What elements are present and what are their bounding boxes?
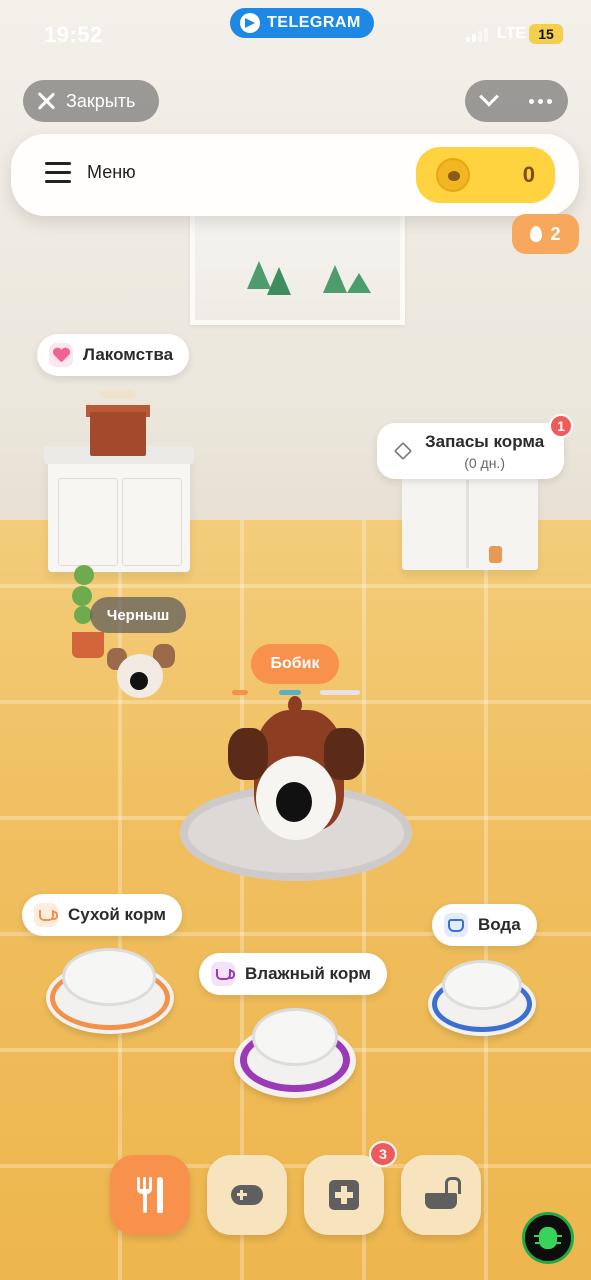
tree-decoration bbox=[347, 273, 371, 293]
debug-button[interactable] bbox=[522, 1212, 574, 1264]
play-bar bbox=[279, 690, 301, 695]
bug-icon bbox=[534, 1227, 562, 1249]
wet-food-label[interactable]: Влажный корм bbox=[199, 953, 387, 995]
hunger-bar bbox=[232, 690, 248, 695]
status-bar: 19:52 TELEGRAM LTE 15 bbox=[0, 0, 591, 70]
box-icon bbox=[391, 439, 415, 463]
shelf-divider bbox=[466, 480, 469, 568]
close-icon bbox=[36, 91, 56, 111]
tab-feed[interactable] bbox=[110, 1155, 190, 1235]
close-button[interactable]: Закрыть bbox=[23, 80, 159, 122]
health-badge: 3 bbox=[369, 1141, 397, 1167]
telegram-label: TELEGRAM bbox=[267, 14, 361, 31]
fork-knife-icon bbox=[135, 1177, 165, 1213]
supplies-days: (0 дн.) bbox=[464, 454, 505, 471]
tab-health[interactable] bbox=[304, 1155, 384, 1235]
paw-coin-icon bbox=[436, 158, 470, 192]
app-controls bbox=[465, 80, 568, 122]
signal-icon bbox=[466, 28, 488, 42]
dry-food-text: Сухой корм bbox=[68, 905, 166, 924]
medkit-icon bbox=[329, 1180, 359, 1210]
flame-icon bbox=[530, 226, 543, 242]
water-bowl-inner bbox=[442, 960, 522, 1010]
food-shelf[interactable] bbox=[402, 478, 538, 570]
pet-bobik[interactable] bbox=[226, 696, 366, 855]
water-text: Вода bbox=[478, 915, 521, 934]
cabinet-door bbox=[122, 478, 182, 566]
pet-name-chernysh[interactable]: Черныш bbox=[90, 597, 186, 633]
water-label[interactable]: Вода bbox=[432, 904, 537, 946]
cabinet-door bbox=[58, 478, 118, 566]
tree-decoration bbox=[267, 267, 291, 295]
coin-count: 0 bbox=[522, 162, 535, 187]
supplies-text: Запасы корма bbox=[425, 431, 545, 451]
streak-count: 2 bbox=[550, 223, 561, 244]
plant bbox=[72, 586, 92, 606]
pet-name-bobik[interactable]: Бобик bbox=[251, 644, 339, 684]
battery-icon: 15 bbox=[529, 24, 563, 44]
tab-bath[interactable] bbox=[401, 1155, 481, 1235]
tree-decoration bbox=[323, 265, 347, 293]
water-icon bbox=[444, 913, 468, 937]
heart-icon bbox=[49, 343, 73, 367]
telegram-icon bbox=[240, 13, 260, 33]
plant-pot bbox=[72, 632, 104, 658]
plant bbox=[74, 565, 94, 585]
telegram-pill[interactable]: TELEGRAM bbox=[230, 8, 374, 38]
menu-button[interactable]: Меню bbox=[45, 162, 136, 183]
bath-icon bbox=[425, 1177, 461, 1209]
food-supplies-label[interactable]: Запасы корма (0 дн.) bbox=[377, 423, 564, 479]
treats-label[interactable]: Лакомства bbox=[37, 334, 190, 376]
health-bar bbox=[320, 690, 360, 695]
pet-chernysh[interactable] bbox=[103, 640, 175, 702]
chevron-down-icon[interactable] bbox=[478, 86, 499, 107]
window bbox=[190, 215, 405, 325]
menu-label: Меню bbox=[87, 162, 136, 182]
supplies-badge: 1 bbox=[549, 414, 573, 438]
treats-text: Лакомства bbox=[83, 345, 174, 364]
dry-food-bowl-inner bbox=[62, 948, 156, 1006]
status-time: 19:52 bbox=[44, 22, 103, 47]
bone-icon bbox=[100, 390, 136, 399]
cup-icon bbox=[34, 903, 58, 927]
dry-food-label[interactable]: Сухой корм bbox=[22, 894, 182, 936]
food-jar bbox=[489, 546, 502, 563]
more-icon[interactable] bbox=[528, 98, 552, 104]
wet-food-text: Влажный корм bbox=[245, 964, 371, 983]
wet-food-bowl-inner bbox=[252, 1008, 338, 1066]
hamburger-icon bbox=[45, 162, 71, 183]
streak-badge[interactable]: 2 bbox=[512, 214, 579, 254]
cup-icon bbox=[211, 962, 235, 986]
top-menu-bar: Меню 0 bbox=[11, 134, 579, 216]
tab-play[interactable] bbox=[207, 1155, 287, 1235]
network-type: LTE bbox=[497, 25, 527, 42]
treat-box[interactable] bbox=[90, 412, 146, 456]
gamepad-icon bbox=[231, 1185, 263, 1205]
close-label: Закрыть bbox=[66, 90, 136, 111]
coin-balance[interactable]: 0 bbox=[416, 147, 555, 203]
